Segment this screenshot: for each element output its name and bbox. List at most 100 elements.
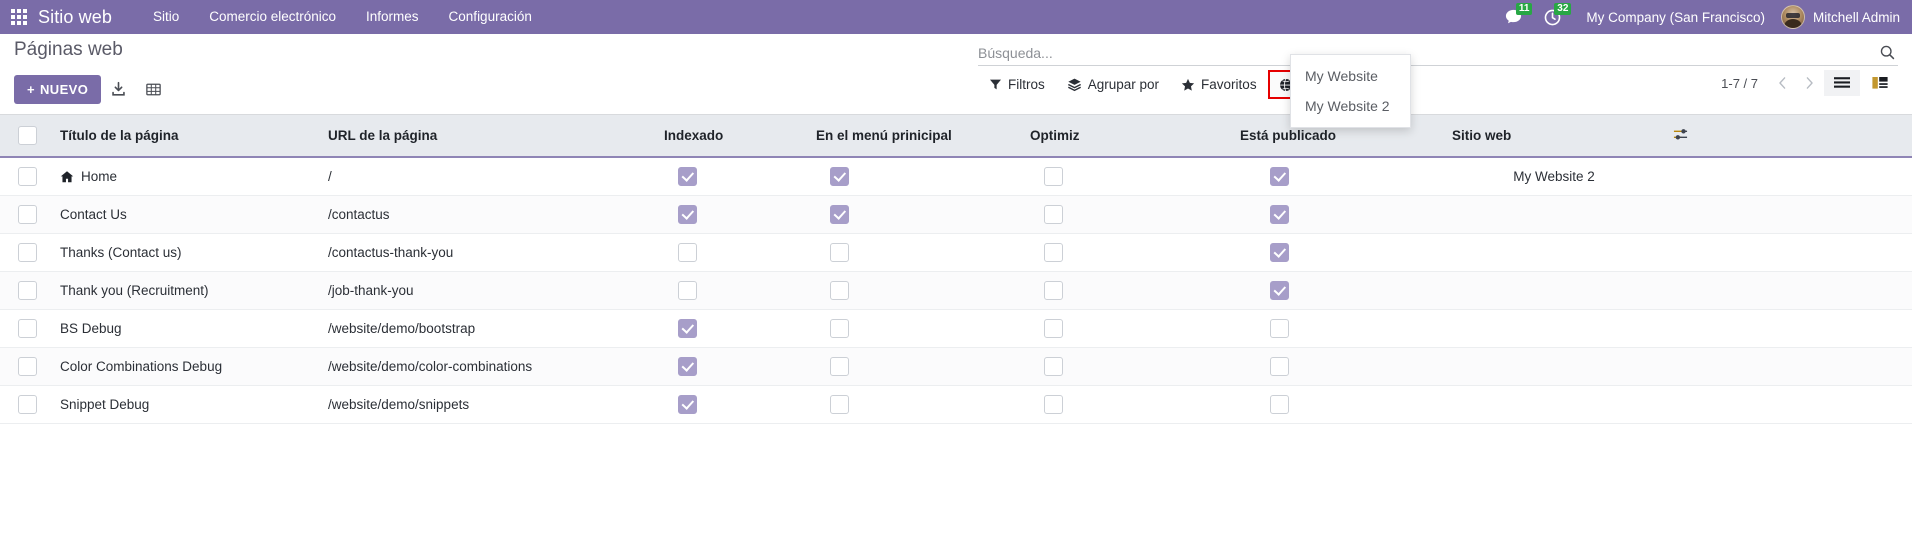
in-main-menu-checkbox[interactable] xyxy=(830,395,849,414)
search-view[interactable]: Búsqueda... xyxy=(978,44,1898,66)
list-view-button[interactable] xyxy=(1824,70,1860,96)
header-website[interactable]: Sitio web xyxy=(1444,115,1664,158)
cell-in-main-menu[interactable] xyxy=(808,233,1022,272)
is-published-checkbox[interactable] xyxy=(1270,205,1289,224)
cell-indexed[interactable] xyxy=(656,195,808,234)
is-published-checkbox[interactable] xyxy=(1270,167,1289,186)
cell-page-title[interactable]: Color Combinations Debug xyxy=(52,347,320,386)
cell-page-url[interactable]: /website/demo/color-combinations xyxy=(320,347,656,386)
cell-is-published[interactable] xyxy=(1232,385,1444,424)
column-settings-icon[interactable] xyxy=(1672,127,1689,142)
cell-page-title[interactable]: Snippet Debug xyxy=(52,385,320,424)
cell-page-url[interactable]: /contactus xyxy=(320,195,656,234)
pager-next-button[interactable] xyxy=(1797,74,1822,92)
insert-in-spreadsheet-button[interactable] xyxy=(136,76,171,103)
optimize-checkbox[interactable] xyxy=(1044,205,1063,224)
table-row[interactable]: Thank you (Recruitment) /job-thank-you xyxy=(0,271,1912,310)
indexed-checkbox[interactable] xyxy=(678,243,697,262)
is-published-checkbox[interactable] xyxy=(1270,281,1289,300)
in-main-menu-checkbox[interactable] xyxy=(830,319,849,338)
cell-page-url[interactable]: /website/demo/bootstrap xyxy=(320,309,656,348)
search-input[interactable]: Búsqueda... xyxy=(978,45,1879,61)
cell-page-title[interactable]: Home xyxy=(52,157,320,196)
kanban-view-button[interactable] xyxy=(1862,70,1898,96)
cell-is-published[interactable] xyxy=(1232,195,1444,234)
favorites-button[interactable]: Favoritos xyxy=(1170,70,1268,99)
optimize-checkbox[interactable] xyxy=(1044,319,1063,338)
optimize-checkbox[interactable] xyxy=(1044,281,1063,300)
optimize-checkbox[interactable] xyxy=(1044,167,1063,186)
cell-is-published[interactable] xyxy=(1232,271,1444,310)
cell-page-url[interactable]: /job-thank-you xyxy=(320,271,656,310)
cell-optimize[interactable] xyxy=(1022,233,1232,272)
row-select-checkbox[interactable] xyxy=(18,319,37,338)
select-all-checkbox[interactable] xyxy=(18,126,37,145)
row-select-checkbox[interactable] xyxy=(18,167,37,186)
dropdown-option-my-website-2[interactable]: My Website 2 xyxy=(1291,91,1410,121)
cell-website[interactable] xyxy=(1444,309,1664,348)
header-optimize[interactable]: Optimiz xyxy=(1022,115,1232,158)
header-page-title[interactable]: Título de la página xyxy=(52,115,320,158)
cell-in-main-menu[interactable] xyxy=(808,309,1022,348)
cell-optimize[interactable] xyxy=(1022,385,1232,424)
optimize-checkbox[interactable] xyxy=(1044,395,1063,414)
messages-button[interactable]: 11 xyxy=(1494,0,1533,34)
header-column-settings[interactable] xyxy=(1664,115,1912,158)
table-row[interactable]: Thanks (Contact us) /contactus-thank-you xyxy=(0,233,1912,272)
is-published-checkbox[interactable] xyxy=(1270,357,1289,376)
cell-is-published[interactable] xyxy=(1232,233,1444,272)
dropdown-option-my-website[interactable]: My Website xyxy=(1291,61,1410,91)
table-row[interactable]: BS Debug/website/demo/bootstrap xyxy=(0,309,1912,348)
cell-in-main-menu[interactable] xyxy=(808,385,1022,424)
in-main-menu-checkbox[interactable] xyxy=(830,281,849,300)
header-indexed[interactable]: Indexado xyxy=(656,115,808,158)
row-select-checkbox[interactable] xyxy=(18,395,37,414)
optimize-checkbox[interactable] xyxy=(1044,357,1063,376)
row-select-checkbox[interactable] xyxy=(18,281,37,300)
cell-indexed[interactable] xyxy=(656,385,808,424)
cell-page-url[interactable]: /contactus-thank-you xyxy=(320,233,656,272)
cell-page-url[interactable]: / xyxy=(320,157,656,196)
cell-optimize[interactable] xyxy=(1022,271,1232,310)
activities-button[interactable]: 32 xyxy=(1533,0,1572,34)
indexed-checkbox[interactable] xyxy=(678,357,697,376)
is-published-checkbox[interactable] xyxy=(1270,319,1289,338)
cell-in-main-menu[interactable] xyxy=(808,195,1022,234)
cell-website[interactable] xyxy=(1444,233,1664,272)
pager-previous-button[interactable] xyxy=(1770,74,1795,92)
cell-optimize[interactable] xyxy=(1022,309,1232,348)
cell-indexed[interactable] xyxy=(656,157,808,196)
is-published-checkbox[interactable] xyxy=(1270,243,1289,262)
cell-website[interactable]: My Website 2 xyxy=(1444,157,1664,196)
cell-website[interactable] xyxy=(1444,347,1664,386)
filters-button[interactable]: Filtros xyxy=(978,70,1056,99)
indexed-checkbox[interactable] xyxy=(678,205,697,224)
table-row[interactable]: Contact Us/contactus xyxy=(0,195,1912,234)
cell-is-published[interactable] xyxy=(1232,157,1444,196)
indexed-checkbox[interactable] xyxy=(678,167,697,186)
cell-optimize[interactable] xyxy=(1022,347,1232,386)
row-select-checkbox[interactable] xyxy=(18,205,37,224)
header-page-url[interactable]: URL de la página xyxy=(320,115,656,158)
cell-website[interactable] xyxy=(1444,385,1664,424)
cell-in-main-menu[interactable] xyxy=(808,347,1022,386)
row-select-checkbox[interactable] xyxy=(18,243,37,262)
in-main-menu-checkbox[interactable] xyxy=(830,167,849,186)
search-icon[interactable] xyxy=(1879,44,1898,61)
app-brand-sitio-web[interactable]: Sitio web xyxy=(38,7,112,28)
cell-page-title[interactable]: BS Debug xyxy=(52,309,320,348)
indexed-checkbox[interactable] xyxy=(678,319,697,338)
in-main-menu-checkbox[interactable] xyxy=(830,205,849,224)
cell-in-main-menu[interactable] xyxy=(808,157,1022,196)
cell-website[interactable] xyxy=(1444,195,1664,234)
table-row[interactable]: Snippet Debug/website/demo/snippets xyxy=(0,385,1912,424)
indexed-checkbox[interactable] xyxy=(678,281,697,300)
cell-is-published[interactable] xyxy=(1232,309,1444,348)
in-main-menu-checkbox[interactable] xyxy=(830,357,849,376)
cell-page-title[interactable]: Thank you (Recruitment) xyxy=(52,271,320,310)
is-published-checkbox[interactable] xyxy=(1270,395,1289,414)
cell-indexed[interactable] xyxy=(656,309,808,348)
company-switcher[interactable]: My Company (San Francisco) xyxy=(1572,10,1779,25)
table-row[interactable]: Home / My Website 2 xyxy=(0,157,1912,196)
cell-indexed[interactable] xyxy=(656,233,808,272)
